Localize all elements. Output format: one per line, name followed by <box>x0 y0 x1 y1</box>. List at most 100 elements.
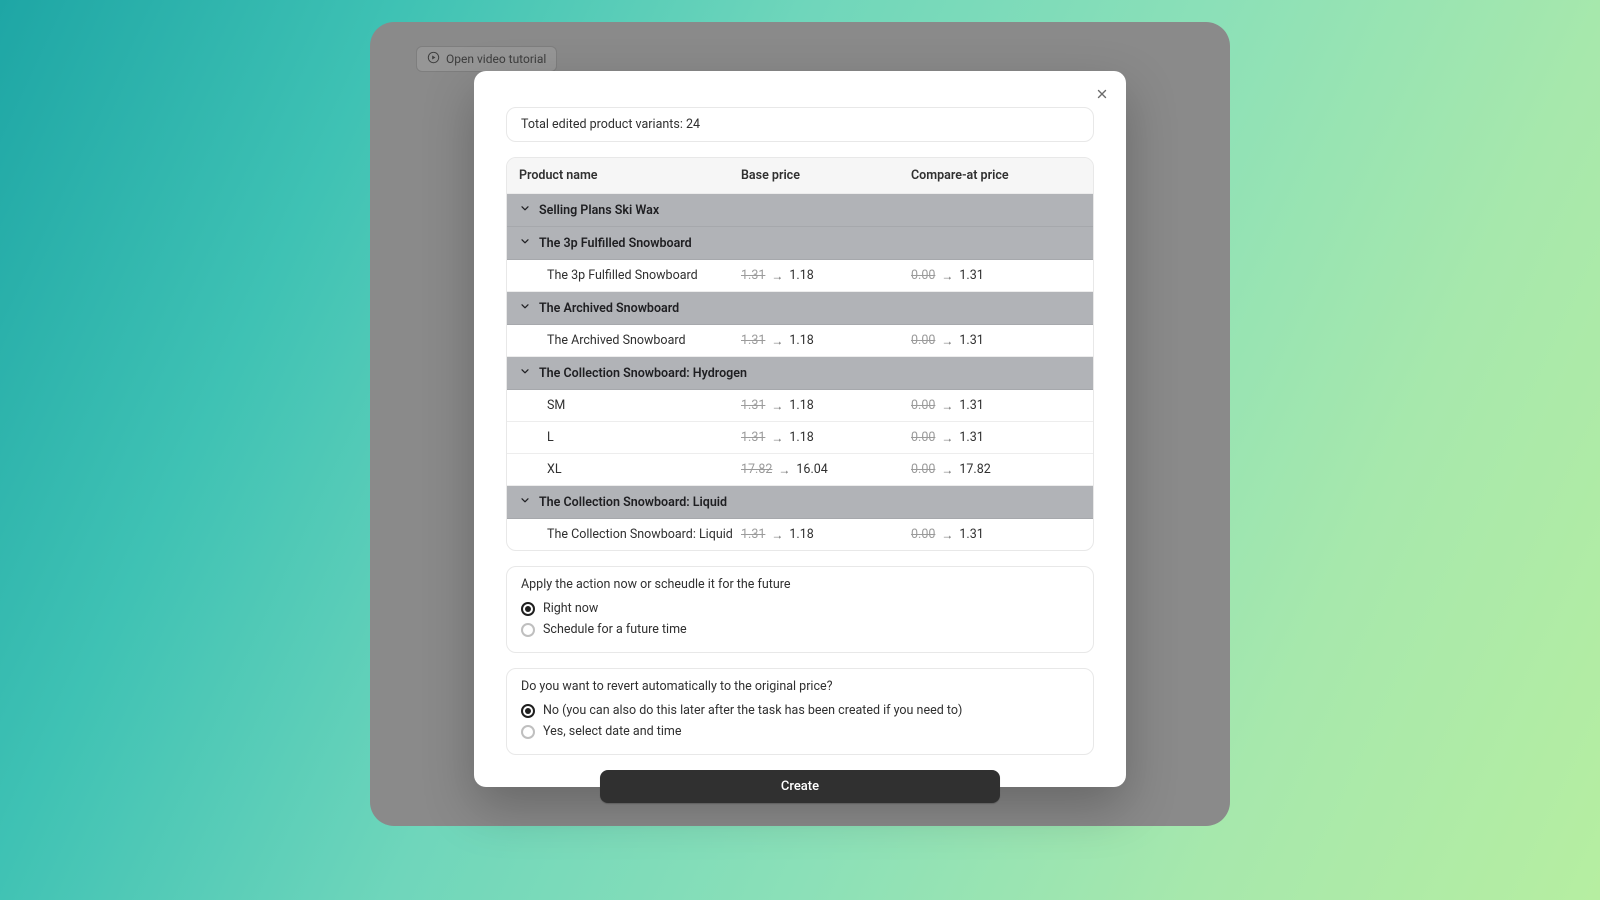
group-title: The 3p Fulfilled Snowboard <box>539 236 692 251</box>
compare-price-cell: 0.00→1.31 <box>911 333 1081 348</box>
cmp-old: 0.00 <box>911 333 935 348</box>
base-price-cell: 1.31 → 1.18 <box>741 527 911 542</box>
radio-icon <box>521 725 535 739</box>
table-header: Product name Base price Compare-at price <box>507 158 1093 194</box>
table-scroll[interactable]: Product name Base price Compare-at price… <box>507 158 1093 550</box>
revert-option[interactable]: Yes, select date and time <box>521 721 1079 742</box>
variant-name: The Archived Snowboard <box>547 333 741 348</box>
cmp-new: 17.82 <box>959 462 990 477</box>
group-title: Selling Plans Ski Wax <box>539 203 659 218</box>
base-old: 1.31 <box>741 398 765 413</box>
base-old: 1.31 <box>741 430 765 445</box>
base-new: 1.18 <box>789 430 813 445</box>
variants-table: Product name Base price Compare-at price… <box>506 157 1094 551</box>
base-price-cell: 1.31 → 1.18 <box>741 333 911 348</box>
schedule-card: Apply the action now or scheudle it for … <box>506 566 1094 653</box>
variant-name: L <box>547 430 741 445</box>
create-label: Create <box>781 779 819 794</box>
variant-name: XL <box>547 462 741 477</box>
base-new: 16.04 <box>796 462 827 477</box>
revert-title: Do you want to revert automatically to t… <box>521 679 1079 694</box>
schedule-option[interactable]: Schedule for a future time <box>521 619 1079 640</box>
cmp-new: 1.31 <box>959 527 983 542</box>
compare-price-cell: 0.00 → 1.31 <box>911 398 1081 413</box>
compare-price-cell: 0.00→1.31 <box>911 268 1081 283</box>
base-price-cell: 1.31 → 1.18 <box>741 430 911 445</box>
radio-icon <box>521 602 535 616</box>
arrow-right-icon: → <box>941 431 953 445</box>
radio-icon <box>521 623 535 637</box>
variant-row: SM1.31→1.180.00→1.31 <box>507 390 1093 422</box>
schedule-option-label: Right now <box>543 601 598 616</box>
cmp-old: 0.00 <box>911 398 935 413</box>
chevron-down-icon <box>519 365 531 381</box>
revert-option[interactable]: No (you can also do this later after the… <box>521 700 1079 721</box>
base-new: 1.18 <box>789 268 813 283</box>
arrow-right-icon: → <box>771 399 783 413</box>
base-old: 17.82 <box>741 462 772 477</box>
base-new: 1.18 <box>789 527 813 542</box>
chevron-down-icon <box>519 202 531 218</box>
summary-prefix: Total edited product variants: <box>521 117 686 132</box>
variant-name: SM <box>547 398 741 413</box>
group-row[interactable]: The Collection Snowboard: Hydrogen <box>507 357 1093 390</box>
group-row[interactable]: The Archived Snowboard <box>507 292 1093 325</box>
arrow-right-icon: → <box>778 463 790 477</box>
cmp-new: 1.31 <box>959 398 983 413</box>
create-button[interactable]: Create <box>600 770 1000 803</box>
summary-count: 24 <box>686 117 700 132</box>
close-icon <box>1095 86 1109 105</box>
compare-price-cell: 0.00 → 1.31 <box>911 430 1081 445</box>
cmp-new: 1.31 <box>959 430 983 445</box>
group-row[interactable]: Selling Plans Ski Wax <box>507 194 1093 227</box>
variant-name: The Collection Snowboard: Liquid <box>547 527 741 542</box>
summary-card: Total edited product variants: 24 <box>506 107 1094 142</box>
base-price-cell: 17.82 → 16.04 <box>741 462 911 477</box>
base-price-cell: 1.31→1.18 <box>741 268 911 283</box>
radio-icon <box>521 704 535 718</box>
arrow-right-icon: → <box>941 269 953 283</box>
cmp-old: 0.00 <box>911 527 935 542</box>
chevron-down-icon <box>519 235 531 251</box>
schedule-option-label: Schedule for a future time <box>543 622 687 637</box>
variant-row: The 3p Fulfilled Snowboard1.31→1.180.00→… <box>507 260 1093 292</box>
close-button[interactable] <box>1090 83 1114 107</box>
play-circle-icon <box>427 51 440 67</box>
arrow-right-icon: → <box>771 334 783 348</box>
schedule-title: Apply the action now or scheudle it for … <box>521 577 1079 592</box>
group-row[interactable]: The 3p Fulfilled Snowboard <box>507 227 1093 260</box>
base-new: 1.18 <box>789 398 813 413</box>
base-old: 1.31 <box>741 527 765 542</box>
revert-option-label: Yes, select date and time <box>543 724 681 739</box>
cmp-new: 1.31 <box>959 333 983 348</box>
base-new: 1.18 <box>789 333 813 348</box>
variant-row: XL17.82→16.040.00→17.82 <box>507 454 1093 486</box>
group-title: The Collection Snowboard: Liquid <box>539 495 727 510</box>
cmp-old: 0.00 <box>911 268 935 283</box>
group-title: The Collection Snowboard: Hydrogen <box>539 366 747 381</box>
group-row[interactable]: The Collection Snowboard: Liquid <box>507 486 1093 519</box>
arrow-right-icon: → <box>941 399 953 413</box>
col-product-name: Product name <box>519 168 741 183</box>
variant-row: The Archived Snowboard1.31→1.180.00→1.31 <box>507 325 1093 357</box>
bulk-edit-modal: Total edited product variants: 24 Produc… <box>474 71 1126 787</box>
revert-option-label: No (you can also do this later after the… <box>543 703 962 718</box>
chevron-down-icon <box>519 494 531 510</box>
base-old: 1.31 <box>741 333 765 348</box>
col-base-price: Base price <box>741 168 911 183</box>
compare-price-cell: 0.00→1.31 <box>911 527 1081 542</box>
arrow-right-icon: → <box>771 528 783 542</box>
base-price-cell: 1.31 → 1.18 <box>741 398 911 413</box>
variant-name: The 3p Fulfilled Snowboard <box>547 268 741 283</box>
revert-card: Do you want to revert automatically to t… <box>506 668 1094 755</box>
arrow-right-icon: → <box>771 431 783 445</box>
open-video-tutorial-button[interactable]: Open video tutorial <box>416 46 557 72</box>
compare-price-cell: 0.00→17.82 <box>911 462 1081 477</box>
group-title: The Archived Snowboard <box>539 301 679 316</box>
cmp-old: 0.00 <box>911 430 935 445</box>
cmp-old: 0.00 <box>911 462 935 477</box>
arrow-right-icon: → <box>771 269 783 283</box>
schedule-option[interactable]: Right now <box>521 598 1079 619</box>
col-compare-price: Compare-at price <box>911 168 1081 183</box>
variant-row: The Collection Snowboard: Liquid1.31→1.1… <box>507 519 1093 550</box>
